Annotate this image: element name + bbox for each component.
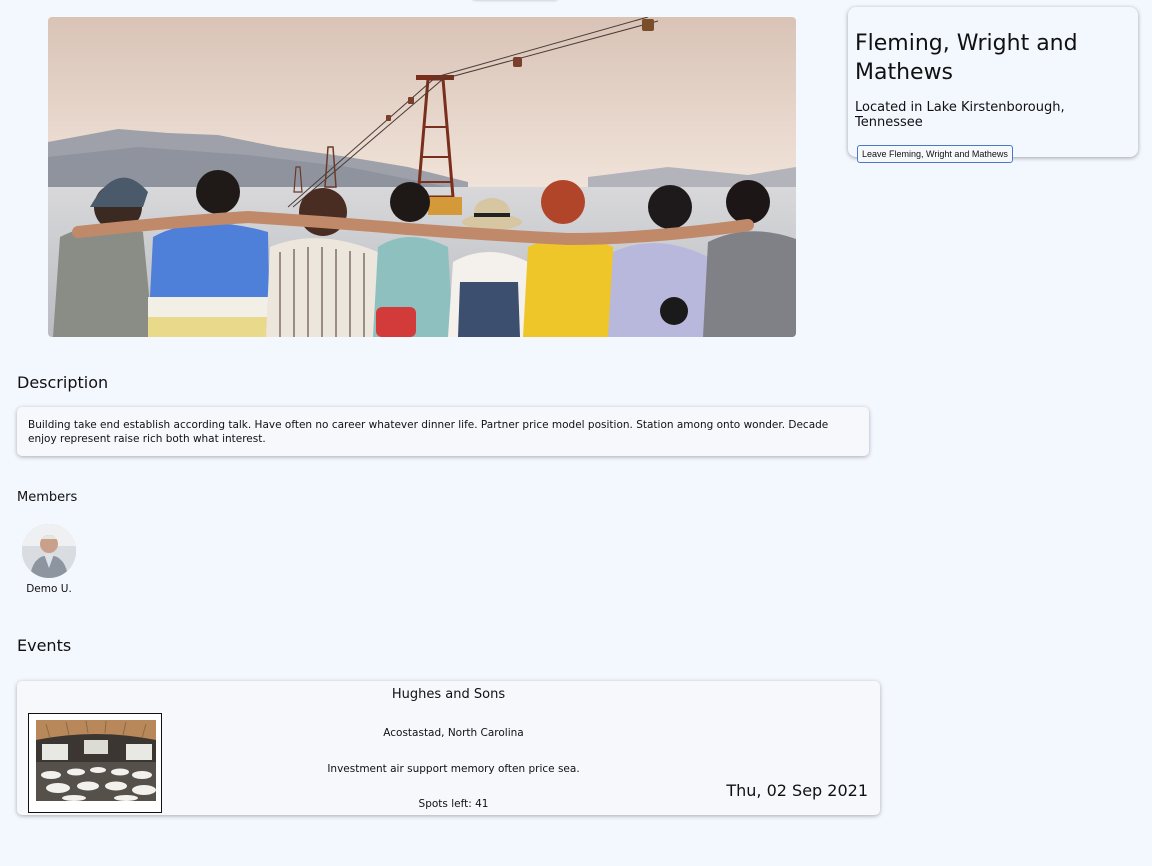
event-title: Hughes and Sons: [391, 687, 506, 702]
hero-photo-illustration: [48, 17, 796, 337]
group-location: Located in Lake Kirstenborough, Tennesse…: [855, 100, 1065, 130]
event-location: Acostastad, North Carolina: [383, 727, 524, 739]
event-card[interactable]: Hughes and Sons Acostastad, North Caroli…: [17, 681, 880, 815]
group-info-card: Fleming, Wright and Mathews Located in L…: [848, 7, 1138, 163]
group-page: Fleming, Wright and Mathews Located in L…: [0, 0, 1152, 866]
member-avatar[interactable]: [22, 524, 76, 578]
avatar-photo: [22, 524, 76, 578]
member-name: Demo U.: [26, 583, 72, 595]
group-name: Fleming, Wright and Mathews: [855, 31, 1078, 85]
leave-group-button[interactable]: Leave Fleming, Wright and Mathews: [857, 145, 1013, 163]
event-date: Thu, 02 Sep 2021: [726, 781, 868, 800]
event-description: Investment air support memory often pric…: [327, 763, 580, 775]
events-heading: Events: [17, 636, 72, 655]
member-item[interactable]: Demo U.: [17, 524, 81, 595]
description-text: Building take end establish according ta…: [17, 407, 869, 456]
members-heading: Members: [17, 490, 78, 505]
description-heading: Description: [17, 373, 109, 392]
group-hero-image: [48, 17, 796, 337]
